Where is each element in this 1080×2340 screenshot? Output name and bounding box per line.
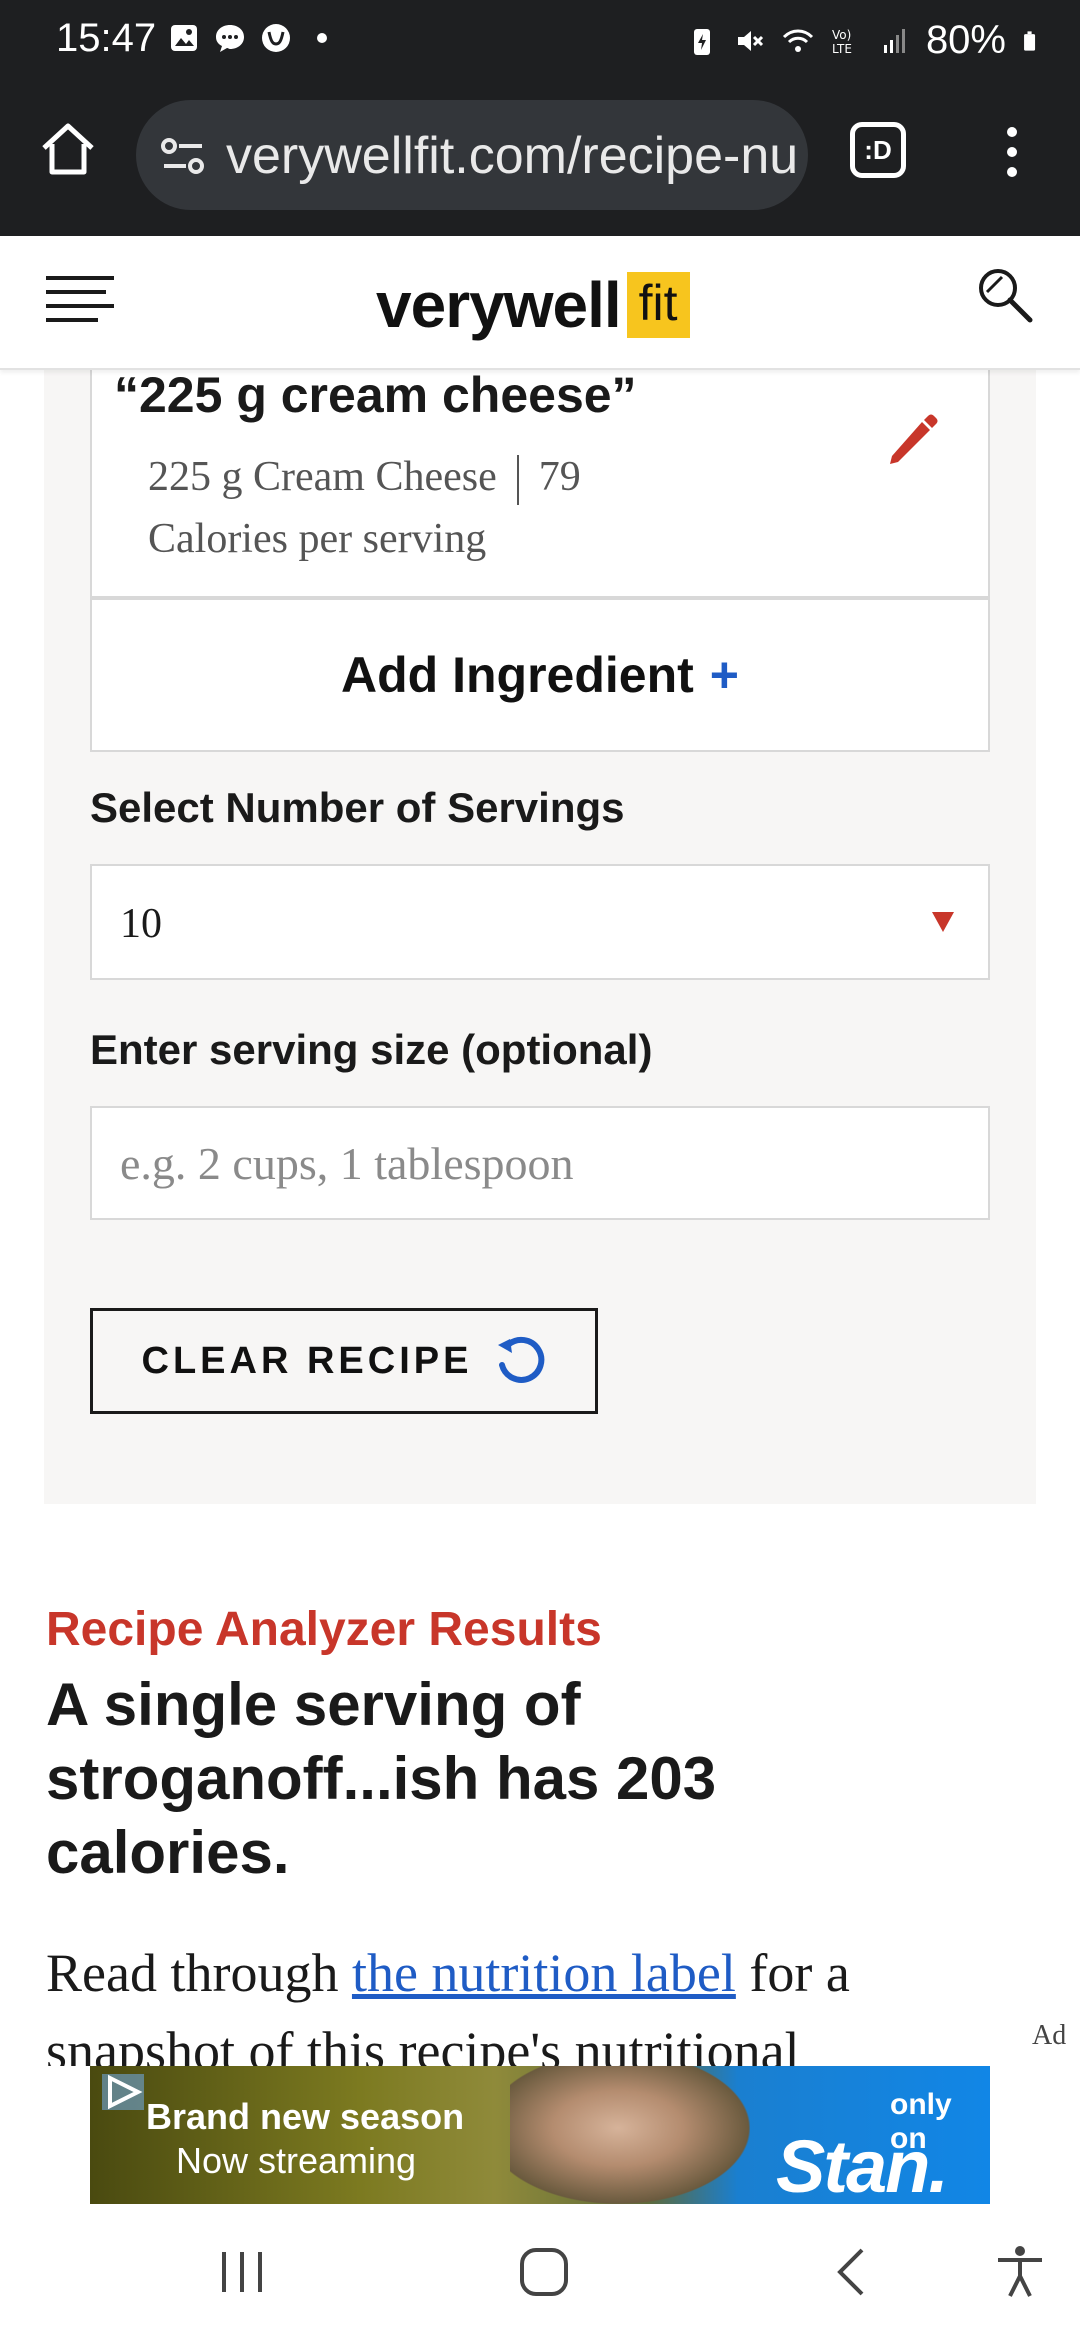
clear-recipe-label: CLEAR RECIPE (141, 1339, 473, 1382)
results-label: Recipe Analyzer Results (46, 1603, 602, 1656)
back-icon[interactable] (830, 2244, 870, 2300)
refresh-icon (498, 1336, 545, 1383)
status-time: 15:47 (56, 16, 157, 60)
recent-apps-icon[interactable] (218, 2244, 266, 2300)
separator (516, 455, 519, 506)
svg-text:LTE: LTE (832, 42, 852, 56)
ad-headline: Brand new season (146, 2096, 465, 2137)
calories-label: Calories per serving (148, 516, 487, 562)
body-text-start: Read through (46, 1943, 352, 2003)
system-navigation-bar (0, 2204, 1080, 2340)
logo-badge: fit (626, 272, 690, 338)
ingredient-calories: 79 (538, 454, 581, 500)
recipe-calculator-panel: “225 g cream cheese” 225 g Cream Cheese 7… (44, 367, 1036, 1504)
add-ingredient-button[interactable]: Add Ingredient + (90, 598, 990, 752)
battery-icon (1024, 30, 1036, 51)
ad-banner[interactable]: Brand new season Now streaming only on S… (90, 2066, 990, 2204)
plus-icon: + (709, 647, 739, 703)
ad-image (510, 2066, 750, 2204)
url-text[interactable]: verywellfit.com/recipe-nu (226, 126, 798, 186)
serving-size-label: Enter serving size (optional) (90, 1026, 653, 1073)
ingredient-card: “225 g cream cheese” 225 g Cream Cheese 7… (90, 367, 990, 598)
tab-switcher-button[interactable]: :D (850, 122, 906, 178)
site-settings-icon[interactable] (160, 136, 208, 176)
site-header: verywell fit (0, 236, 1080, 370)
status-bar: 15:47 Vo) LTE 80% (0, 0, 1080, 80)
home-nav-icon[interactable] (516, 2244, 572, 2300)
clear-recipe-button[interactable]: CLEAR RECIPE (90, 1308, 598, 1414)
signal-icon (883, 28, 905, 53)
results-body-text: Read through the nutrition label for a s… (46, 1934, 1006, 2066)
mute-icon (737, 30, 763, 51)
results-headline: A single serving of stroganoff...ish has… (46, 1671, 717, 1886)
dropdown-arrow-icon (932, 912, 954, 932)
adchoices-icon[interactable] (100, 2072, 146, 2112)
add-ingredient-label: Add Ingredient (341, 647, 694, 703)
servings-select[interactable]: 10 (90, 864, 990, 980)
ingredient-detail: 225 g Cream Cheese 79 Calories per servin… (148, 446, 708, 570)
browser-toolbar: verywellfit.com/recipe-nu :D (0, 80, 1080, 236)
ad-subline: Now streaming (176, 2140, 417, 2181)
servings-value: 10 (120, 901, 162, 947)
edit-pencil-icon[interactable] (882, 410, 942, 470)
system-icons: Vo) LTE 80% (686, 18, 1044, 63)
woolworths-icon (262, 24, 290, 52)
accessibility-icon[interactable] (994, 2244, 1046, 2300)
ad-label: Ad (1032, 2020, 1067, 2051)
serving-size-input[interactable] (90, 1106, 990, 1220)
battery-saver-icon (693, 28, 710, 55)
volte-icon: Vo)LTE (832, 28, 852, 56)
battery-percent: 80% (925, 18, 1006, 62)
notification-icons (168, 22, 338, 54)
menu-icon[interactable] (46, 276, 114, 328)
ingredient-name: 225 g Cream Cheese (148, 454, 497, 500)
more-options-icon[interactable] (1000, 124, 1024, 180)
search-icon[interactable] (972, 262, 1036, 326)
ad-brand-logo: Stan. (776, 2125, 949, 2204)
chat-icon (216, 25, 244, 52)
home-icon[interactable] (36, 118, 100, 182)
nutrition-label-link[interactable]: the nutrition label (352, 1943, 736, 2003)
dot-icon (317, 33, 327, 43)
logo-word: verywell (376, 269, 622, 341)
wifi-icon (782, 29, 813, 52)
site-logo[interactable]: verywell fit (376, 268, 690, 342)
gallery-icon (171, 25, 197, 51)
svg-text:Vo): Vo) (832, 28, 851, 42)
address-bar[interactable]: verywellfit.com/recipe-nu (136, 100, 808, 210)
servings-label: Select Number of Servings (90, 784, 625, 831)
ingredient-title: “225 g cream cheese” (114, 367, 637, 423)
